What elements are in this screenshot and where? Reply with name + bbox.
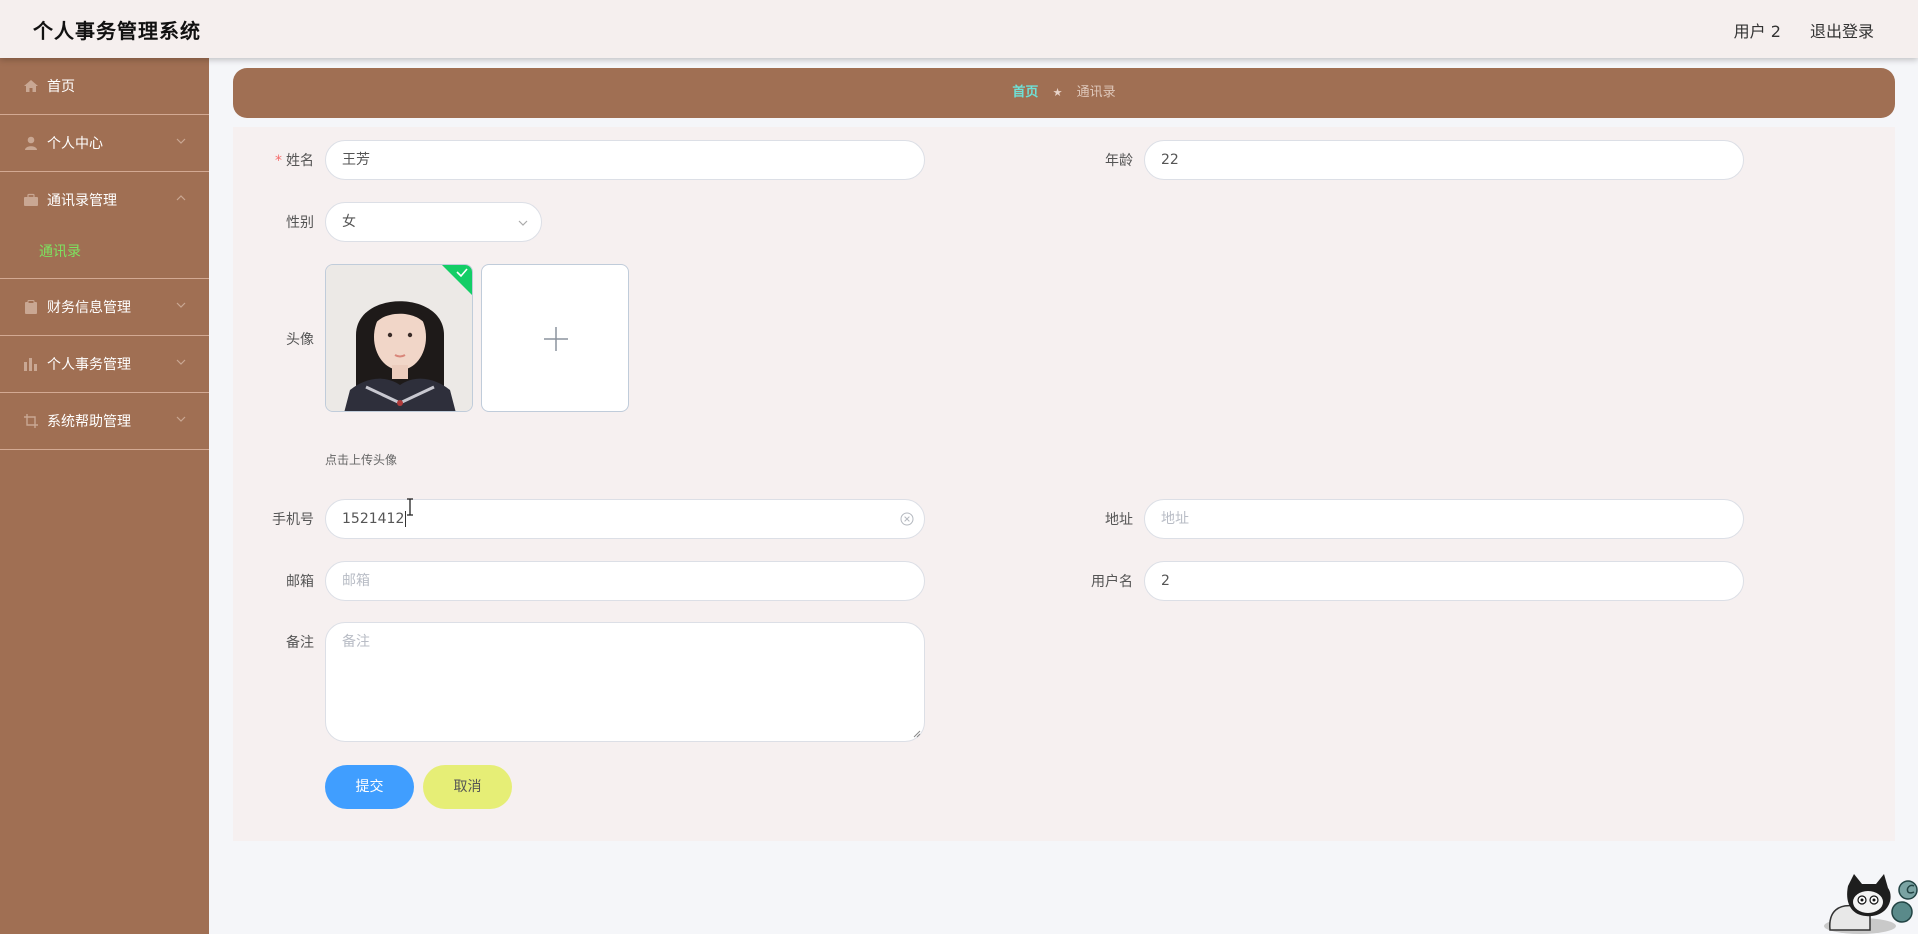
gender-select[interactable]: 女	[325, 202, 542, 242]
clipboard-icon	[25, 300, 37, 314]
sidebar-item-contacts-management[interactable]: 通讯录管理	[0, 172, 209, 229]
breadcrumb-separator: ★	[1052, 86, 1063, 99]
crop-icon	[24, 414, 38, 428]
breadcrumb: 首页 ★ 通讯录	[233, 68, 1895, 118]
age-input[interactable]: 22	[1144, 140, 1744, 180]
resize-handle-icon[interactable]	[913, 730, 921, 738]
submit-button[interactable]: 提交	[325, 765, 414, 809]
app-title: 个人事务管理系统	[33, 19, 201, 43]
chevron-down-icon	[176, 416, 186, 422]
home-icon	[24, 80, 38, 92]
sidebar-item-personal-center[interactable]: 个人中心	[0, 115, 209, 172]
clear-icon[interactable]	[900, 512, 914, 526]
email-input[interactable]: 邮箱	[325, 561, 925, 601]
gender-label: 性别	[286, 215, 314, 231]
avatar-upload-button[interactable]	[481, 264, 629, 412]
sidebar-item-label: 首页	[47, 79, 75, 95]
avatar-image[interactable]	[325, 264, 473, 412]
name-label: * 姓名	[275, 153, 314, 169]
email-label: 邮箱	[286, 574, 314, 590]
logout-button[interactable]: 退出登录	[1810, 22, 1874, 41]
breadcrumb-current: 通讯录	[1076, 85, 1116, 100]
chevron-down-icon	[176, 138, 186, 144]
sidebar-item-home[interactable]: 首页	[0, 58, 209, 115]
sidebar: 首页 个人中心 通讯录管理 通讯录 财务信息管理 个人事务管理 系统帮助管理	[0, 58, 209, 934]
upload-success-badge-icon	[442, 265, 472, 295]
sidebar-item-label: 通讯录管理	[47, 193, 117, 209]
required-mark: *	[275, 153, 282, 169]
chart-icon	[24, 358, 37, 371]
sidebar-item-label: 财务信息管理	[47, 300, 131, 316]
briefcase-icon	[24, 193, 38, 206]
sidebar-item-finance-management[interactable]: 财务信息管理	[0, 279, 209, 336]
remark-textarea[interactable]: 备注	[325, 622, 925, 742]
sidebar-item-affairs-management[interactable]: 个人事务管理	[0, 336, 209, 393]
sidebar-subitem-contacts[interactable]: 通讯录	[0, 229, 209, 279]
chevron-down-icon	[176, 302, 186, 308]
breadcrumb-home-link[interactable]: 首页	[1012, 85, 1038, 100]
phone-label: 手机号	[272, 512, 314, 528]
sidebar-item-label: 系统帮助管理	[47, 414, 131, 430]
username-label: 用户名	[1091, 574, 1133, 590]
header-actions: 用户 2 退出登录	[1710, 18, 1874, 42]
sidebar-item-help-management[interactable]: 系统帮助管理	[0, 393, 209, 450]
phone-input[interactable]: 1521412	[325, 499, 925, 539]
address-label: 地址	[1105, 512, 1133, 528]
name-input[interactable]: 王芳	[325, 140, 925, 180]
avatar-label: 头像	[286, 332, 314, 348]
username-input[interactable]: 2	[1144, 561, 1744, 601]
chevron-up-icon	[176, 195, 186, 201]
remark-label: 备注	[286, 635, 314, 651]
plus-icon	[544, 327, 568, 351]
cancel-button[interactable]: 取消	[423, 765, 512, 809]
sidebar-subitem-label: 通讯录	[39, 244, 81, 260]
chevron-down-icon	[518, 220, 528, 226]
mascot-icon	[1824, 874, 1918, 934]
current-user: 用户 2	[1733, 22, 1781, 41]
age-label: 年龄	[1105, 153, 1133, 169]
text-cursor-icon	[407, 498, 413, 516]
user-icon	[25, 136, 37, 150]
sidebar-item-label: 个人事务管理	[47, 357, 131, 373]
avatar-upload-tip: 点击上传头像	[325, 453, 398, 467]
top-header: 个人事务管理系统 用户 2 退出登录	[0, 0, 1918, 58]
sidebar-item-label: 个人中心	[47, 136, 103, 152]
chevron-down-icon	[176, 359, 186, 365]
address-input[interactable]: 地址	[1144, 499, 1744, 539]
